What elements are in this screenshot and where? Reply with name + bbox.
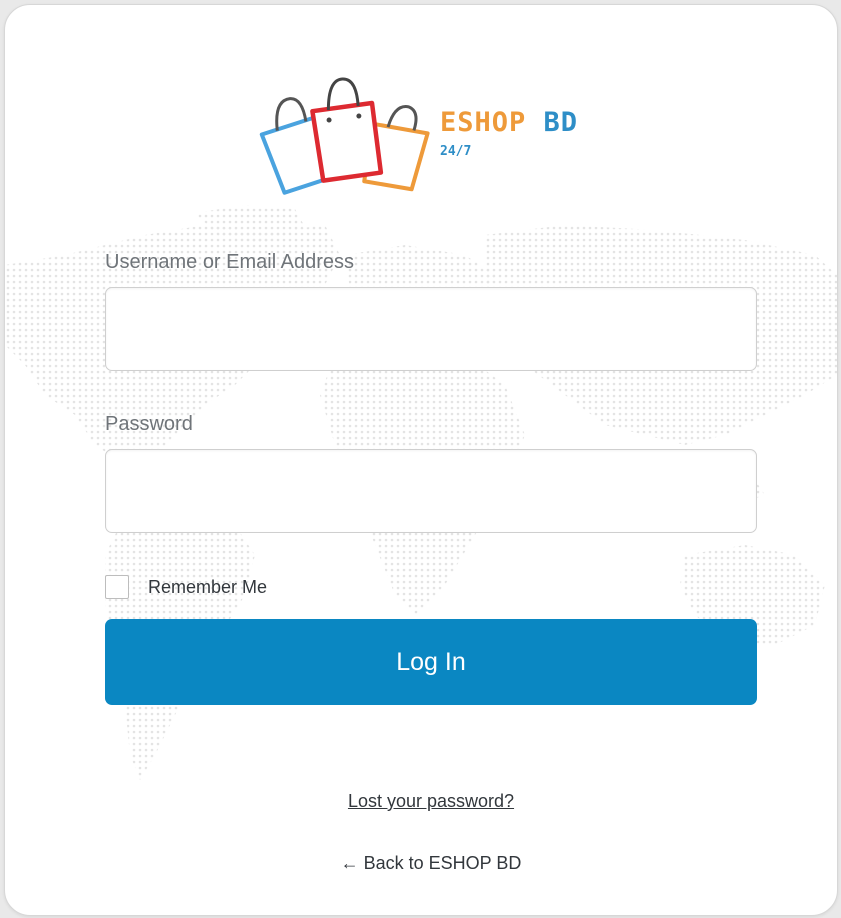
eshop-bd-logo: ESHOP BD 24/7: [245, 57, 621, 203]
lost-password-link[interactable]: Lost your password?: [5, 791, 837, 812]
password-label: Password: [105, 413, 193, 435]
username-input[interactable]: [105, 287, 757, 371]
password-input[interactable]: [105, 449, 757, 533]
log-in-button[interactable]: Log In: [105, 619, 757, 705]
login-card: ESHOP BD 24/7 Username or Email Address …: [4, 4, 838, 916]
username-label: Username or Email Address: [105, 251, 354, 273]
remember-me-label: Remember Me: [148, 576, 268, 597]
remember-me-row: Remember Me: [105, 575, 267, 599]
logo-brand-text: ESHOP BD: [440, 107, 579, 138]
remember-me-checkbox[interactable]: [105, 575, 129, 599]
logo-tagline: 24/7: [440, 144, 472, 159]
back-to-site-link[interactable]: ← Back to ESHOP BD: [5, 853, 837, 874]
shopping-bags-icon: [259, 77, 430, 195]
